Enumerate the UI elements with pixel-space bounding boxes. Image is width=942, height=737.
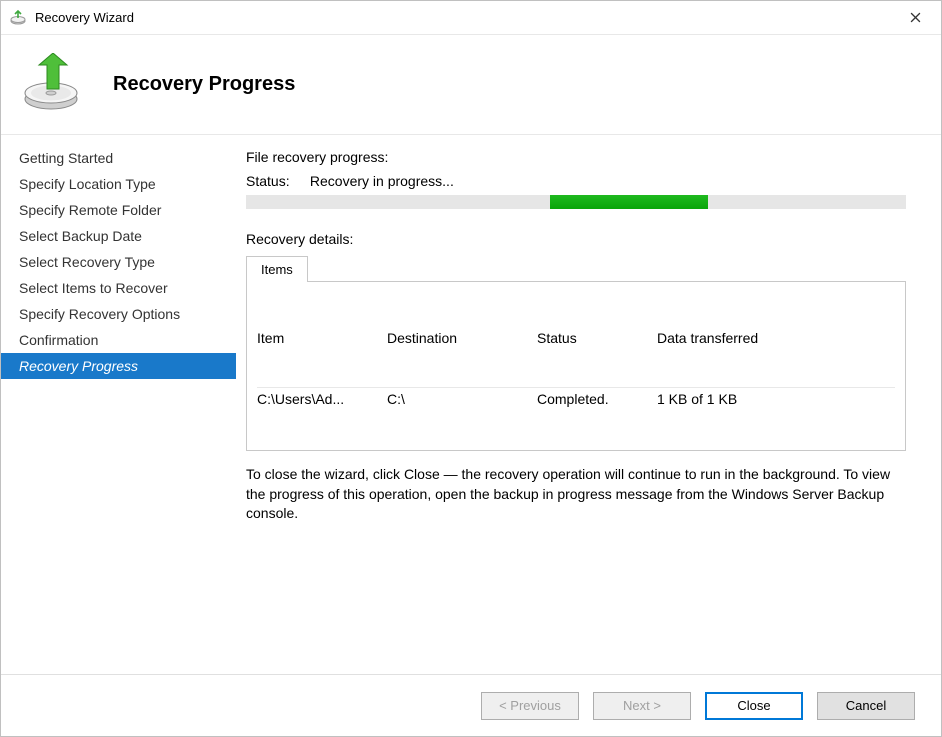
cell-status: Completed. (537, 391, 657, 407)
status-value: Recovery in progress... (310, 173, 454, 189)
sidebar-item-specify-recovery-options[interactable]: Specify Recovery Options (1, 301, 236, 327)
button-row: < Previous Next > Close Cancel (1, 674, 941, 736)
recovery-disk-icon (19, 53, 83, 117)
tabset: Items (246, 255, 913, 281)
tab-items[interactable]: Items (246, 256, 308, 282)
sidebar-item-recovery-progress[interactable]: Recovery Progress (1, 353, 236, 379)
info-text: To close the wizard, click Close — the r… (246, 465, 906, 524)
progress-chunk (550, 195, 708, 209)
page-title: Recovery Progress (113, 73, 295, 96)
col-status: Status (537, 330, 657, 346)
dialog-window: Recovery Wizard Recovery Progress Gettin… (0, 0, 942, 737)
col-data-transferred: Data transferred (657, 330, 895, 346)
sidebar-item-select-recovery-type[interactable]: Select Recovery Type (1, 249, 236, 275)
sidebar-item-select-backup-date[interactable]: Select Backup Date (1, 223, 236, 249)
table-header-row: Item Destination Status Data transferred (257, 288, 895, 388)
titlebar-text: Recovery Wizard (35, 10, 895, 25)
titlebar: Recovery Wizard (1, 1, 941, 35)
cell-destination: C:\ (387, 391, 537, 407)
recovery-items-table: Item Destination Status Data transferred… (246, 281, 906, 451)
previous-button: < Previous (481, 692, 579, 720)
sidebar-item-specify-remote-folder[interactable]: Specify Remote Folder (1, 197, 236, 223)
wizard-steps-sidebar: Getting Started Specify Location Type Sp… (1, 135, 236, 674)
col-item: Item (257, 330, 387, 346)
status-label: Status: (246, 173, 306, 189)
close-button[interactable]: Close (705, 692, 803, 720)
status-row: Status: Recovery in progress... (246, 173, 913, 189)
sidebar-item-getting-started[interactable]: Getting Started (1, 145, 236, 171)
app-icon (9, 9, 27, 27)
progress-section-label: File recovery progress: (246, 149, 913, 165)
next-button: Next > (593, 692, 691, 720)
main-panel: File recovery progress: Status: Recovery… (236, 135, 941, 674)
details-section-label: Recovery details: (246, 231, 913, 247)
sidebar-item-select-items-to-recover[interactable]: Select Items to Recover (1, 275, 236, 301)
wizard-body: Getting Started Specify Location Type Sp… (1, 135, 941, 674)
close-icon[interactable] (895, 4, 935, 32)
wizard-header: Recovery Progress (1, 35, 941, 135)
cell-data-transferred: 1 KB of 1 KB (657, 391, 895, 407)
sidebar-item-confirmation[interactable]: Confirmation (1, 327, 236, 353)
cell-item: C:\Users\Ad... (257, 391, 387, 407)
sidebar-item-specify-location-type[interactable]: Specify Location Type (1, 171, 236, 197)
col-destination: Destination (387, 330, 537, 346)
cancel-button[interactable]: Cancel (817, 692, 915, 720)
table-row[interactable]: C:\Users\Ad... C:\ Completed. 1 KB of 1 … (257, 388, 895, 410)
progress-bar (246, 195, 906, 209)
